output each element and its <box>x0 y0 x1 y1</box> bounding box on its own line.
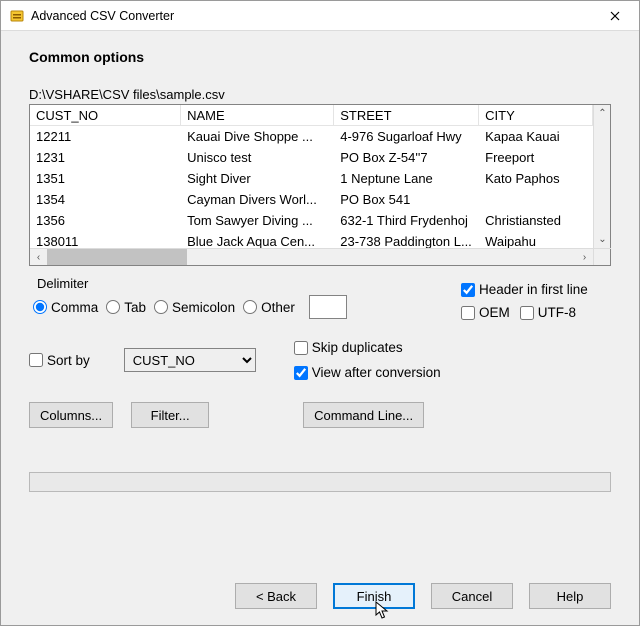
horizontal-scrollbar[interactable]: ‹ › <box>30 248 593 265</box>
table-row[interactable]: 1351 Sight Diver 1 Neptune Lane Kato Pap… <box>30 168 593 189</box>
radio-comma[interactable]: Comma <box>33 300 98 315</box>
column-header[interactable]: CUST_NO <box>30 105 181 126</box>
radio-other[interactable]: Other <box>243 300 295 315</box>
cancel-button[interactable]: Cancel <box>431 583 513 609</box>
app-icon <box>9 8 25 24</box>
radio-tab[interactable]: Tab <box>106 300 146 315</box>
table-header-row: CUST_NO NAME STREET CITY <box>30 105 593 126</box>
scroll-down-icon[interactable]: ⌄ <box>594 231 611 248</box>
check-view-after[interactable]: View after conversion <box>294 365 441 380</box>
wizard-footer: < Back Finish Cancel Help <box>1 569 639 625</box>
file-path: D:\VSHARE\CSV files\sample.csv <box>29 87 611 102</box>
titlebar: Advanced CSV Converter <box>1 1 639 31</box>
column-header[interactable]: STREET <box>334 105 479 126</box>
check-sort-by[interactable]: Sort by <box>29 353 90 368</box>
finish-button[interactable]: Finish <box>333 583 415 609</box>
back-button[interactable]: < Back <box>235 583 317 609</box>
vertical-scrollbar[interactable]: ⌃ ⌄ <box>593 105 610 265</box>
filter-button[interactable]: Filter... <box>131 402 209 428</box>
check-oem[interactable]: OEM <box>461 305 510 320</box>
scroll-left-icon[interactable]: ‹ <box>30 249 47 265</box>
scroll-right-icon[interactable]: › <box>576 249 593 265</box>
section-title: Common options <box>1 31 639 87</box>
column-header[interactable]: CITY <box>479 105 593 126</box>
table-row[interactable]: 12211 Kauai Dive Shoppe ... 4-976 Sugarl… <box>30 126 593 147</box>
check-utf8[interactable]: UTF-8 <box>520 305 576 320</box>
table-row[interactable]: 1354 Cayman Divers Worl... PO Box 541 <box>30 189 593 210</box>
table-row[interactable]: 1356 Tom Sawyer Diving ... 632-1 Third F… <box>30 210 593 231</box>
radio-semicolon[interactable]: Semicolon <box>154 300 235 315</box>
columns-button[interactable]: Columns... <box>29 402 113 428</box>
column-header[interactable]: NAME <box>181 105 334 126</box>
command-line-button[interactable]: Command Line... <box>303 402 424 428</box>
sort-field-combo[interactable]: CUST_NO <box>124 348 256 372</box>
delimiter-label: Delimiter <box>37 276 461 291</box>
preview-table: CUST_NO NAME STREET CITY 12211 Kauai Div… <box>29 104 611 266</box>
scroll-up-icon[interactable]: ⌃ <box>594 105 611 122</box>
help-button[interactable]: Help <box>529 583 611 609</box>
close-button[interactable] <box>593 2 637 30</box>
other-delimiter-input[interactable] <box>309 295 347 319</box>
table-row[interactable]: 1231 Unisco test PO Box Z-54''7 Freeport <box>30 147 593 168</box>
check-skip-duplicates[interactable]: Skip duplicates <box>294 340 441 355</box>
window-title: Advanced CSV Converter <box>31 9 593 23</box>
check-header-first-line[interactable]: Header in first line <box>461 282 611 297</box>
main-window: Advanced CSV Converter Common options D:… <box>0 0 640 626</box>
progress-bar <box>29 472 611 492</box>
